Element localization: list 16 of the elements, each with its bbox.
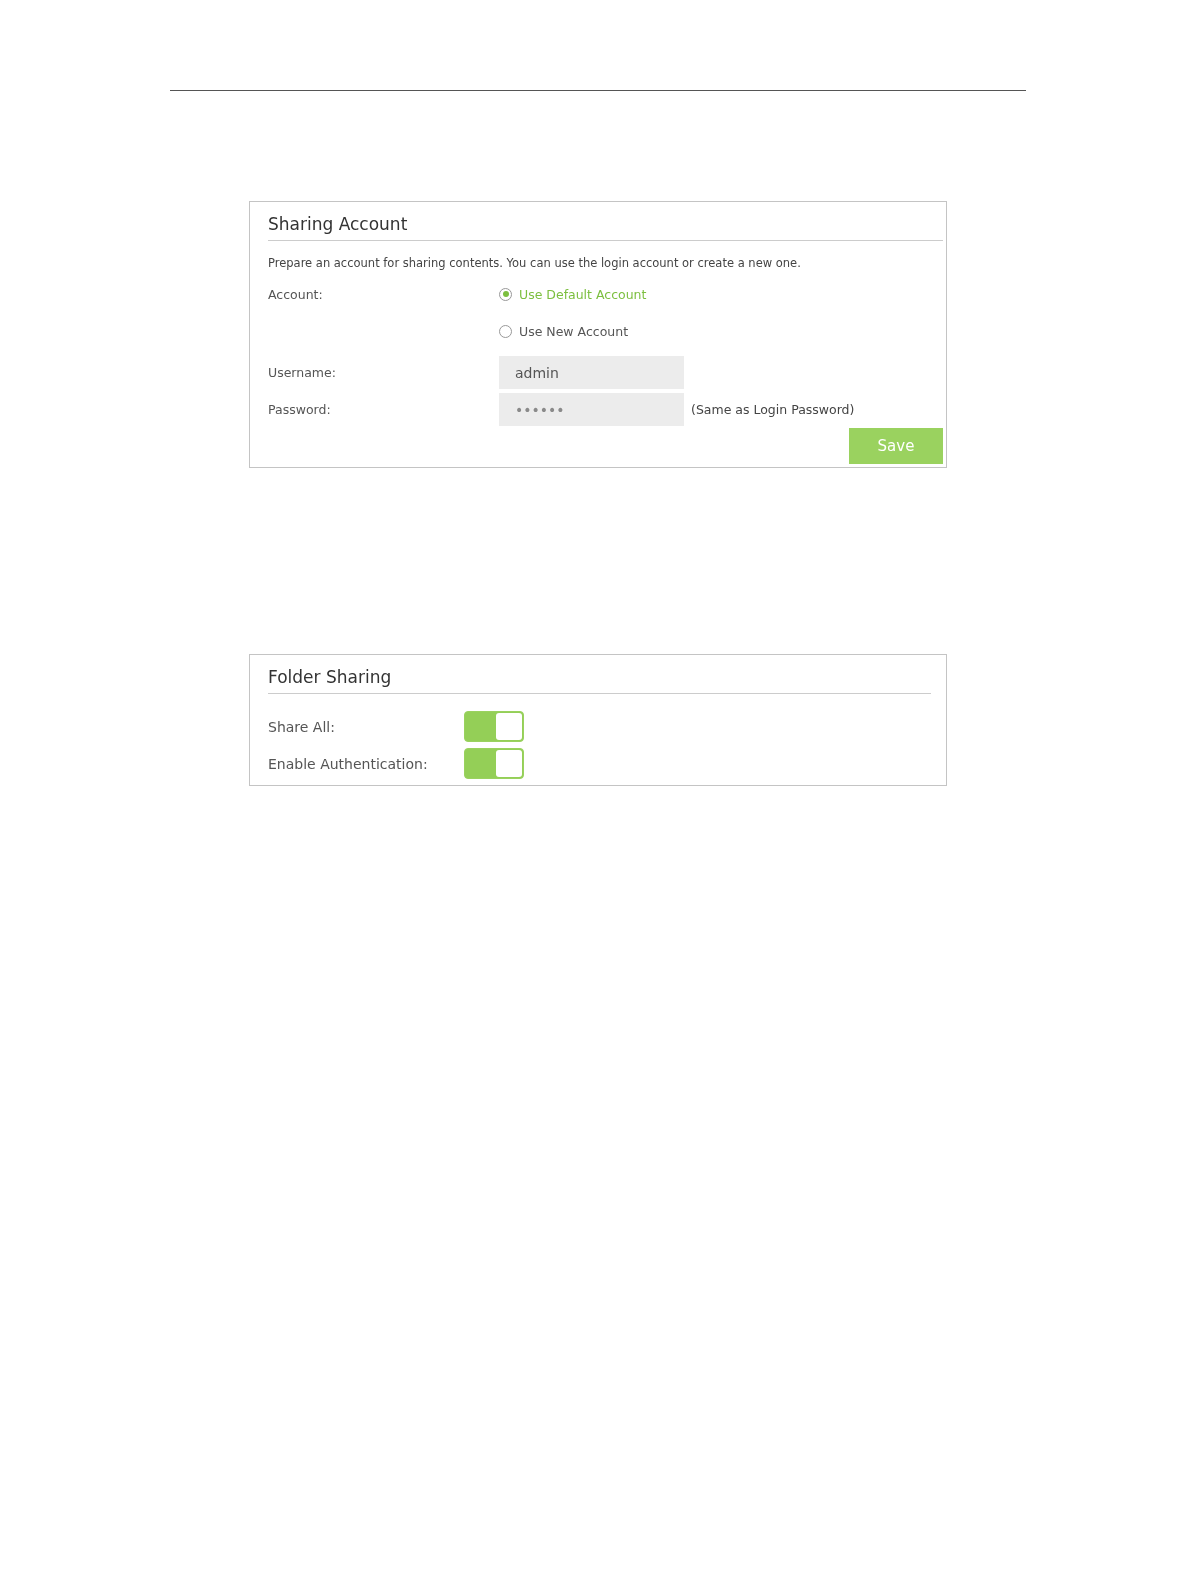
account-radio-option[interactable]: Use New Account [499,323,629,339]
toggle-switch[interactable] [464,711,524,742]
toggle-label: Enable Authentication: [268,755,429,772]
toggle-switch[interactable] [464,748,524,779]
password-label: Password: [268,402,332,417]
username-field[interactable]: admin [499,356,684,389]
toggle-label: Share All: [268,718,336,735]
password-note: (Same as Login Password) [691,402,855,417]
save-button[interactable]: Save [849,428,943,464]
username-label: Username: [268,365,337,380]
description-text: Prepare an account for sharing contents. You can use the login account or create a new one. [268,256,802,270]
password-field[interactable]: •••••• [499,393,684,426]
account-label: Account: [268,286,323,302]
panel-title: Sharing Account [268,202,943,241]
panel-title: Folder Sharing [268,655,931,694]
account-radio-option[interactable]: Use Default Account [499,286,647,302]
